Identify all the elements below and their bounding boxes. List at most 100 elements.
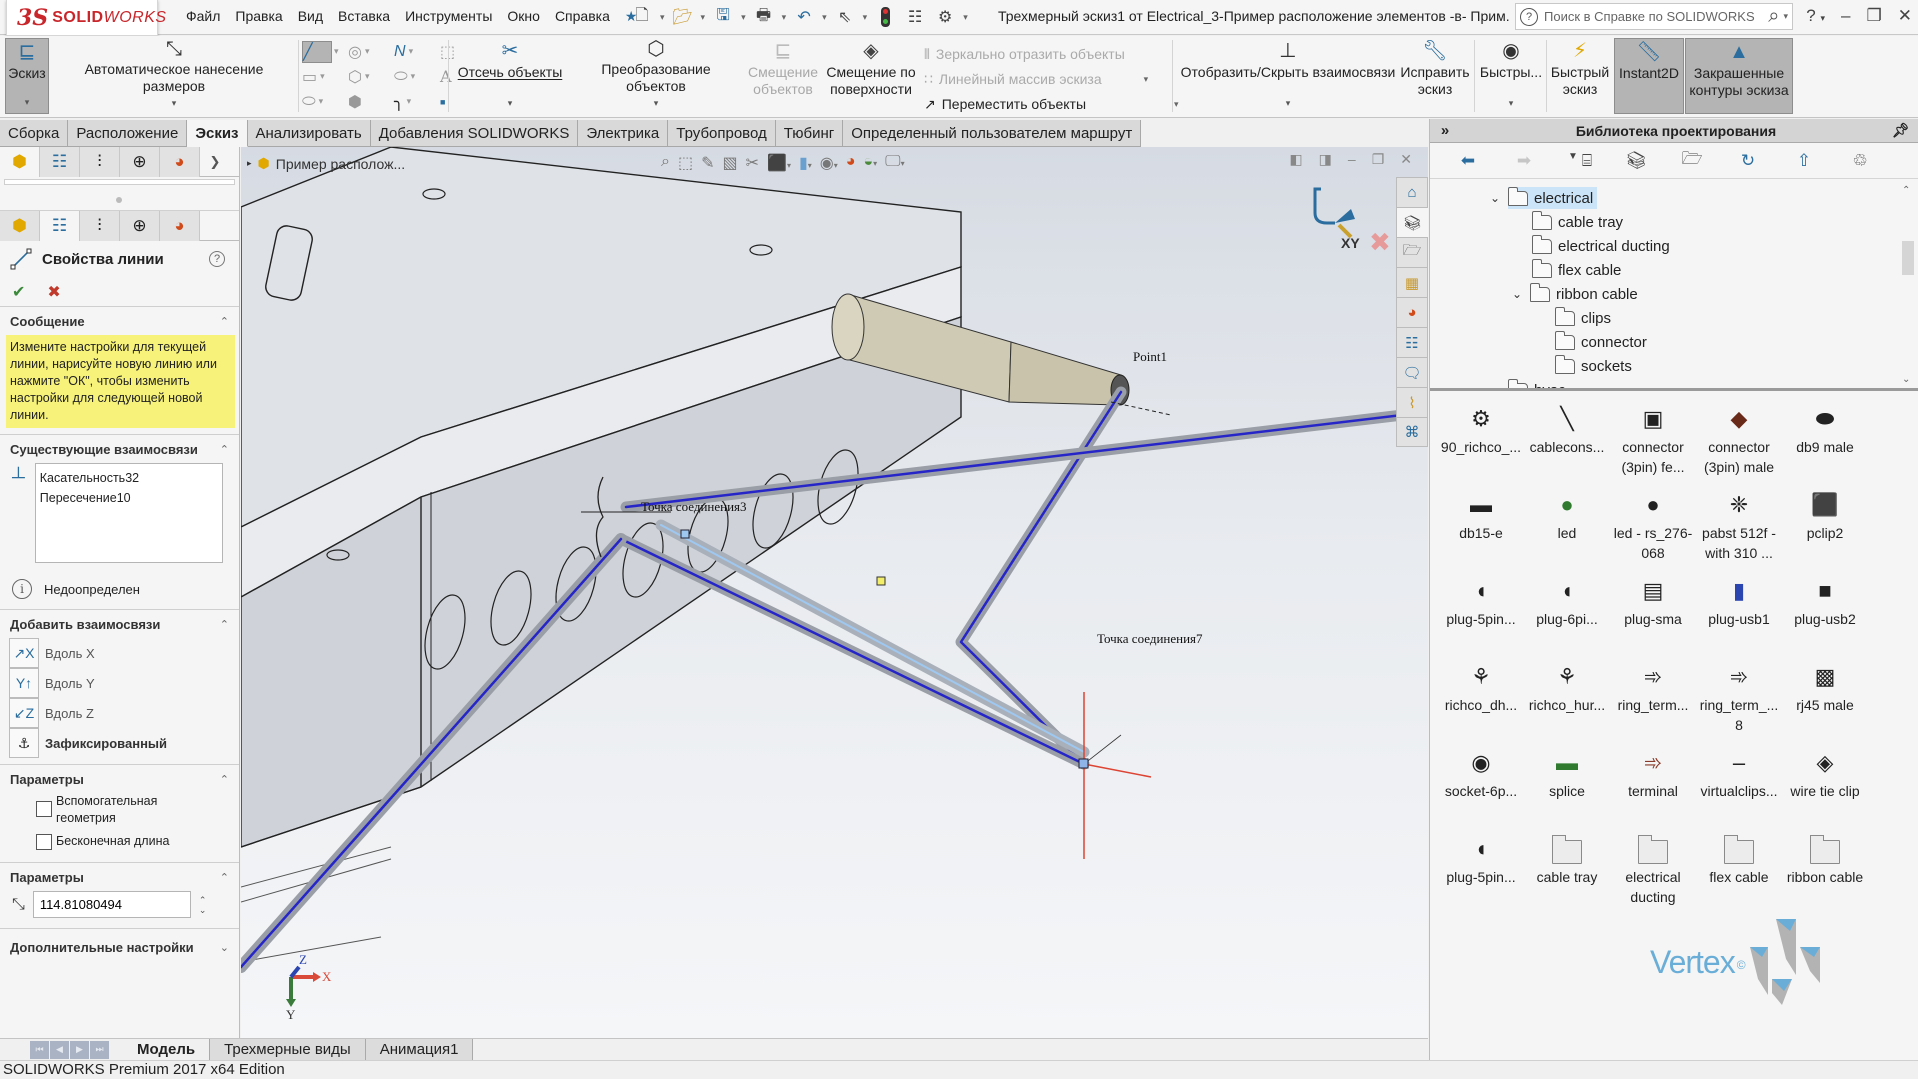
length-spinner[interactable]: ⌃ ⌄ xyxy=(199,895,207,915)
chevron-down-icon[interactable]: ⌄ xyxy=(1488,191,1502,205)
home-icon[interactable]: ⌂ xyxy=(1396,177,1428,207)
library-part-item[interactable]: ▬ splice xyxy=(1524,745,1610,823)
library-part-item[interactable]: ■ plug-usb2 xyxy=(1782,573,1868,651)
tab-electrical[interactable]: Электрика xyxy=(578,120,669,147)
mirror-entities-button[interactable]: ⫴ Зеркально отразить объекты xyxy=(924,42,1179,67)
chevron-down-icon[interactable]: ⌄ xyxy=(220,941,229,954)
back-icon[interactable]: ⬅ xyxy=(1440,151,1496,171)
library-folder-item[interactable]: flex cable xyxy=(1696,831,1782,909)
previous-tab-icon[interactable]: ◀ xyxy=(50,1040,69,1059)
design-library-icon[interactable]: 📚︎ xyxy=(1396,207,1428,237)
library-part-item[interactable]: ◖ plug-6pi... xyxy=(1524,573,1610,651)
along-y-relation[interactable]: Y↑ Вдоль Y xyxy=(9,668,239,698)
menu-file[interactable]: Файл xyxy=(186,8,220,25)
zoom-to-area-icon[interactable]: ⬚ xyxy=(678,153,693,173)
chevron-down-icon[interactable]: ▾ xyxy=(1509,95,1514,112)
library-part-item[interactable]: ◖ plug-5pin... xyxy=(1438,573,1524,651)
options-icon[interactable]: ⚙ xyxy=(933,5,957,29)
library-part-item[interactable]: ◈ wire tie clip xyxy=(1782,745,1868,823)
configuration-manager-tab[interactable]: ⫶ xyxy=(80,147,120,177)
parameters-header[interactable]: Параметры ⌃ xyxy=(0,863,239,891)
tree-node-clips[interactable]: clips xyxy=(1554,306,1611,329)
tree-node-electrical-ducting[interactable]: electrical ducting xyxy=(1531,234,1670,257)
restore-document-button[interactable]: ❐ xyxy=(1372,151,1385,168)
tab-animation1[interactable]: Анимация1 xyxy=(365,1038,474,1061)
sketch-button[interactable]: ⊑ Эскиз ▾ xyxy=(5,38,49,114)
print-icon[interactable]: 🖶︎ xyxy=(752,5,776,29)
open-icon[interactable]: 📂︎ xyxy=(671,5,695,29)
library-part-item[interactable]: ◆ connector (3pin) male xyxy=(1696,401,1782,479)
linear-pattern-button[interactable]: ∷ Линейный массив эскиза ▾ xyxy=(924,67,1179,92)
hide-show-items-icon[interactable]: ◉▾ xyxy=(820,153,838,173)
tab-addins[interactable]: Добавления SOLIDWORKS xyxy=(370,120,579,147)
chevron-up-icon[interactable]: ⌃ xyxy=(220,443,229,456)
new-folder-icon[interactable]: 🗁︎ xyxy=(1664,146,1720,175)
library-folder-item[interactable]: ribbon cable xyxy=(1782,831,1868,909)
chevron-down-icon[interactable]: ▾ xyxy=(334,46,339,57)
menu-edit[interactable]: Правка xyxy=(235,8,282,25)
pin-icon[interactable]: 📌︎ xyxy=(1892,122,1918,139)
section-view-icon[interactable]: ▧ xyxy=(723,153,738,173)
tab-piping[interactable]: Трубопровод xyxy=(668,120,776,147)
ok-button[interactable]: ✔ xyxy=(12,282,25,302)
graphics-viewport[interactable]: ▸ ⬢ Пример располож... ⌕ ⬚ ✎ ▧ ✂ ⬛▾ ▮▾ ◉… xyxy=(241,147,1428,1040)
library-part-item[interactable]: ➾ ring_term... xyxy=(1610,659,1696,737)
custom-properties-icon[interactable]: ☷ xyxy=(1396,327,1428,357)
library-part-item[interactable]: ➾ terminal xyxy=(1610,745,1696,823)
display-relations-button[interactable]: ⊥ Отобразить/Скрыть взаимосвязи ▾ xyxy=(1178,38,1398,114)
chevron-right-icon[interactable]: › xyxy=(1488,383,1502,388)
infinite-length-option[interactable]: Бесконечная длина xyxy=(0,833,239,850)
configuration-manager-tab[interactable]: ⫶ xyxy=(80,211,120,241)
tree-node-hvac[interactable]: › hvac xyxy=(1488,378,1566,388)
list-item[interactable]: Пересечение10 xyxy=(40,488,218,508)
chevron-down-icon[interactable]: ▾ xyxy=(25,94,30,111)
tree-node-connector[interactable]: connector xyxy=(1554,330,1647,353)
existing-relations-header[interactable]: Существующие взаимосвязи ⌃ xyxy=(0,435,239,463)
length-input[interactable] xyxy=(32,891,191,918)
add-file-location-icon[interactable]: ▼ ⌸ xyxy=(1552,151,1608,171)
breadcrumb-item[interactable]: Пример располож... xyxy=(276,156,405,172)
tab-layout[interactable]: Расположение xyxy=(68,120,188,147)
breadcrumb[interactable]: ▸ ⬢ Пример располож... xyxy=(247,155,405,172)
repair-sketch-button[interactable]: 🔧︎ Исправить эскиз xyxy=(1398,38,1472,114)
library-part-item[interactable]: ⬛ pclip2 xyxy=(1782,487,1868,565)
chevron-down-icon[interactable]: ▾ xyxy=(508,95,513,112)
rectangle-tool-icon[interactable]: ▭ ▾ xyxy=(302,64,348,89)
property-manager-tab[interactable]: ☷ xyxy=(40,211,80,241)
close-button[interactable]: ✕ xyxy=(1898,6,1912,26)
dynamic-annotation-icon[interactable]: ✂ xyxy=(746,153,759,173)
chevron-down-icon[interactable]: ⌄ xyxy=(199,905,207,915)
menu-help[interactable]: Справка xyxy=(555,8,610,25)
chevron-right-icon[interactable]: ▸ xyxy=(247,158,252,169)
file-properties-icon[interactable]: ☷ xyxy=(903,5,927,29)
library-part-item[interactable]: ● led - rs_276-068 xyxy=(1610,487,1696,565)
chevron-up-icon[interactable]: ⌃ xyxy=(1902,185,1910,196)
dimxpert-tab[interactable]: ⊕ xyxy=(120,211,160,241)
ellipse-tool-icon[interactable]: ⬭ ▾ xyxy=(394,64,440,89)
tab-evaluate[interactable]: Анализировать xyxy=(247,120,371,147)
library-part-item[interactable]: ⬬ db9 male xyxy=(1782,401,1868,479)
library-part-item[interactable]: ● led xyxy=(1524,487,1610,565)
tab-user-defined-route[interactable]: Определенный пользователем маршрут xyxy=(843,120,1142,147)
cancel-button[interactable]: ✖ xyxy=(47,282,60,302)
help-button[interactable]: ? ▾ xyxy=(1806,6,1825,26)
move-entities-button[interactable]: ↗ Переместить объекты ▾ xyxy=(924,92,1179,117)
quick-snaps-button[interactable]: ◉ Быстры... ▾ xyxy=(1478,38,1544,114)
close-document-button[interactable]: ✕ xyxy=(1400,151,1412,168)
circle-tool-icon[interactable]: ◎ ▾ xyxy=(348,39,394,64)
convert-entities-button[interactable]: ⬡ Преобразование объектов ▾ xyxy=(570,38,742,114)
up-one-level-icon[interactable]: ⇧ xyxy=(1776,151,1832,171)
library-part-item[interactable]: ⚘ richco_hur... xyxy=(1524,659,1610,737)
line-tool-icon[interactable]: ╱ xyxy=(302,40,332,63)
chevron-down-icon[interactable]: ▾ xyxy=(822,12,827,23)
library-part-item[interactable]: ▤ plug-sma xyxy=(1610,573,1696,651)
solidworks-logo[interactable]: 3S SOLIDWORKS xyxy=(6,0,166,36)
existing-relations-list[interactable]: Касательность32 Пересечение10 xyxy=(34,463,223,563)
tab-assembly[interactable]: Сборка xyxy=(0,120,69,147)
trim-entities-button[interactable]: ✂ Отсечь объекты ▾ xyxy=(455,38,565,114)
restore-button[interactable]: ❐ xyxy=(1867,6,1882,26)
forum-icon[interactable]: 🗨︎ xyxy=(1396,357,1428,387)
tile-right-icon[interactable]: ◨ xyxy=(1319,151,1332,168)
zoom-to-fit-icon[interactable]: ⌕ xyxy=(661,153,670,173)
select-icon[interactable]: ⇖ xyxy=(833,5,857,29)
